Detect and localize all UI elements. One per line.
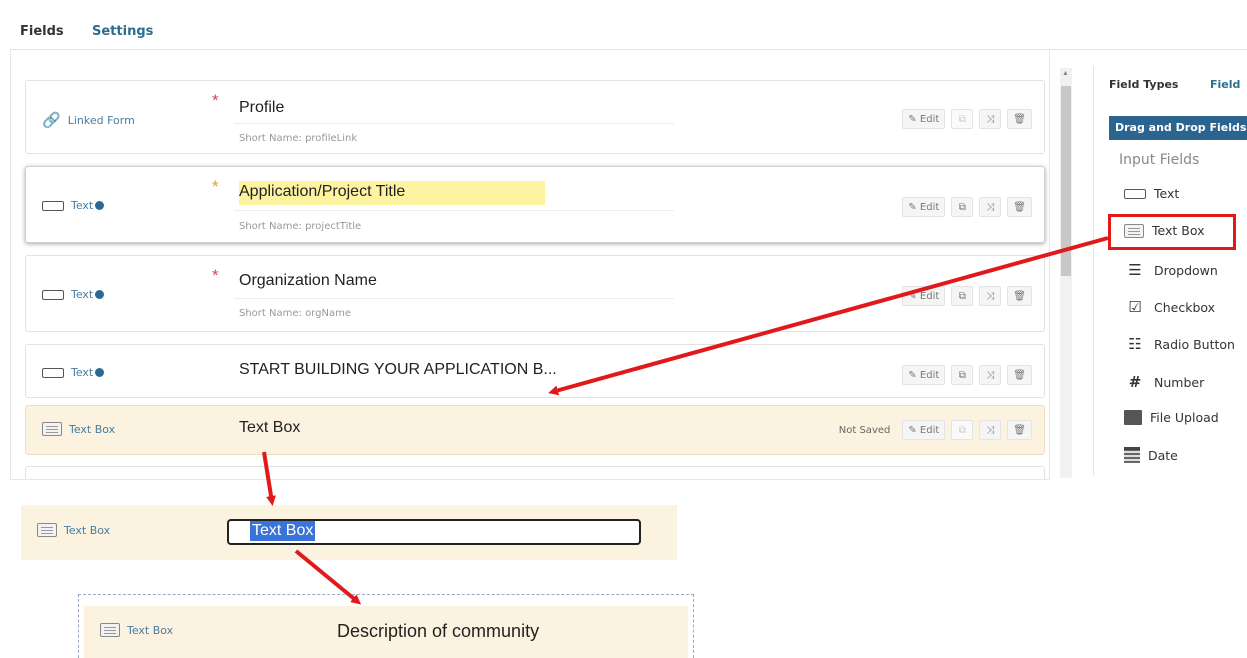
field-row-text-box[interactable]: Text Box Text Box Not Saved ✎ Edit ⧉ ⤨ 🗑 [25,405,1045,455]
row-actions: ✎ Edit ⧉ ⤨ 🗑 [902,365,1032,385]
copy-icon[interactable]: ⧉ [951,109,974,129]
check-circle-icon [95,201,105,210]
field-list-panel: 🔗 Linked Form * Profile Short Name: prof… [10,50,1050,480]
field-label: START BUILDING YOUR APPLICATION B... [239,361,557,378]
divider [234,298,674,299]
shuffle-icon[interactable]: ⤨ [979,109,1002,129]
row-actions: ✎ Edit ⧉ ⤨ 🗑 [902,197,1032,217]
tab-field-types[interactable]: Field Types [1109,78,1178,91]
upload-icon [1124,410,1142,425]
field-label: Profile [239,99,285,116]
edit-button[interactable]: ✎ Edit [902,286,946,306]
short-name: Short Name: profileLink [239,133,358,144]
copy-icon[interactable]: ⧉ [951,420,974,440]
scroll-thumb[interactable] [1061,86,1071,276]
radio-list-icon: ☷ [1128,335,1142,353]
delete-icon[interactable]: 🗑 [1007,109,1032,129]
field-type-date[interactable]: Date [1124,447,1178,463]
scroll-up-icon[interactable]: ▲ [1062,70,1069,77]
section-title: Input Fields [1119,152,1200,168]
field-types-panel: Field Types Field Drag and Drop Fields I… [1093,66,1247,476]
drag-drop-header: Drag and Drop Fields [1109,116,1247,140]
field-row-start-building[interactable]: Text START BUILDING YOUR APPLICATION B..… [25,344,1045,398]
field-label: Application/Project Title [239,181,546,205]
edit-button[interactable]: ✎ Edit [902,197,946,217]
selected-text[interactable]: Text Box [250,521,316,541]
divider [234,210,674,211]
field-row-partial[interactable] [25,466,1045,479]
check-circle-icon [95,290,105,299]
delete-icon[interactable]: 🗑 [1007,197,1032,217]
calendar-icon [1124,447,1140,463]
delete-icon[interactable]: 🗑 [1007,365,1032,385]
short-name: Short Name: projectTitle [239,221,362,232]
text-field-icon [42,200,64,211]
field-row-project-title[interactable]: Text * Application/Project Title Short N… [25,166,1045,243]
check-circle-icon [95,368,105,377]
copy-icon[interactable]: ⧉ [951,286,974,306]
hash-icon: # [1128,373,1142,391]
field-type-file-upload[interactable]: File Upload [1124,410,1219,425]
required-star-icon: * [212,91,219,110]
text-box-icon [42,422,62,436]
shuffle-icon[interactable]: ⤨ [979,420,1002,440]
required-star-icon: * [212,266,219,285]
short-name: Short Name: orgName [239,308,351,319]
field-type-number[interactable]: # Number [1124,373,1205,391]
field-type-radio[interactable]: ☷ Radio Button [1124,335,1235,353]
tab-bar: Fields Settings [10,0,1247,50]
text-box-icon [37,523,57,537]
field-type: Text Box [37,523,110,537]
text-box-icon [100,623,120,637]
row-actions: ✎ Edit ⧉ ⤨ 🗑 [902,286,1032,306]
required-star-icon: * [212,177,219,196]
field-label: Text Box [239,419,301,436]
row-actions: Not Saved ✎ Edit ⧉ ⤨ 🗑 [839,420,1032,440]
copy-icon[interactable]: ⧉ [951,197,974,217]
status-badge: Not Saved [838,424,891,436]
scrollbar[interactable]: ▲ [1060,68,1072,478]
delete-icon[interactable]: 🗑 [1007,286,1032,306]
text-field-icon [42,367,64,378]
field-row-profile[interactable]: 🔗 Linked Form * Profile Short Name: prof… [25,80,1045,154]
shuffle-icon[interactable]: ⤨ [979,197,1002,217]
field-type: 🔗 Linked Form [42,111,135,129]
field-type-text[interactable]: Text [1124,186,1179,201]
edit-button[interactable]: ✎ Edit [902,365,946,385]
field-type: Text Box [100,623,173,637]
field-type: Text [42,288,105,301]
field-type: Text Box [42,422,115,436]
divider [234,123,674,124]
text-field-icon [1124,188,1146,199]
field-type-checkbox[interactable]: ☑ Checkbox [1124,298,1215,316]
field-type: Text [42,199,105,212]
field-type: Text [42,366,105,379]
row-actions: ✎ Edit ⧉ ⤨ 🗑 [902,109,1032,129]
text-field-icon [42,289,64,300]
edit-button[interactable]: ✎ Edit [902,420,946,440]
tab-fields[interactable]: Fields [20,24,64,39]
delete-icon[interactable]: 🗑 [1007,420,1032,440]
result-label: Description of community [337,621,540,641]
highlight-box [1108,214,1236,250]
field-label: Organization Name [239,272,377,289]
tab-field[interactable]: Field [1210,78,1240,91]
shuffle-icon[interactable]: ⤨ [979,286,1002,306]
edit-button[interactable]: ✎ Edit [902,109,946,129]
checkbox-icon: ☑ [1128,298,1142,316]
tab-settings[interactable]: Settings [92,24,153,39]
dropdown-icon: ☰ [1128,261,1142,279]
field-type-dropdown[interactable]: ☰ Dropdown [1124,261,1218,279]
copy-icon[interactable]: ⧉ [951,365,974,385]
link-icon: 🔗 [42,111,61,129]
shuffle-icon[interactable]: ⤨ [979,365,1002,385]
field-row-org-name[interactable]: Text * Organization Name Short Name: org… [25,255,1045,332]
